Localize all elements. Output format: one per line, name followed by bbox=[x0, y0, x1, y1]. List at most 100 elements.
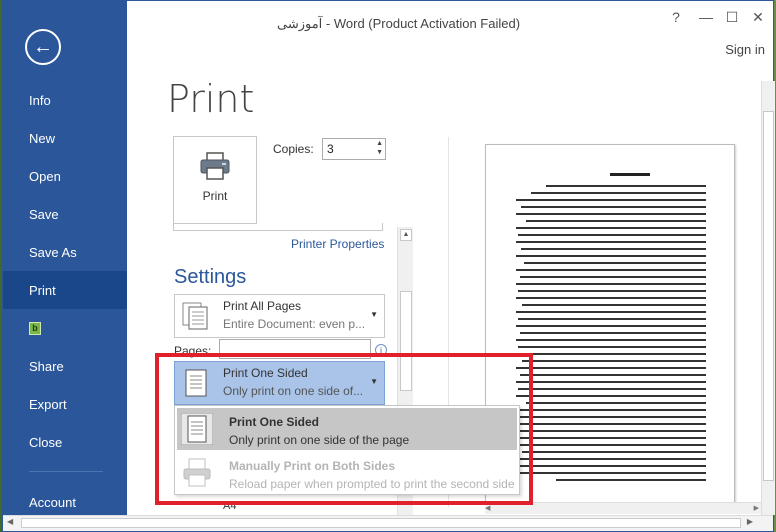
printer-icon bbox=[200, 152, 230, 180]
bottom-scrollbar[interactable]: ◀ ▶ bbox=[3, 515, 773, 531]
option-manual-duplex: Manually Print on Both Sides Reload pape… bbox=[177, 452, 517, 494]
back-button[interactable]: ← bbox=[25, 29, 61, 65]
preview-scrollbar[interactable] bbox=[761, 81, 775, 515]
nav-info[interactable]: Info bbox=[3, 81, 127, 119]
preview-text-line bbox=[520, 465, 706, 467]
preview-text-line bbox=[521, 206, 706, 208]
maximize-button[interactable]: ☐ bbox=[721, 9, 743, 26]
one-sided-page-icon bbox=[185, 369, 207, 397]
preview-text-line bbox=[522, 451, 706, 453]
nav-save[interactable]: Save bbox=[3, 195, 127, 233]
scroll-left-icon[interactable]: ◀ bbox=[7, 517, 13, 526]
preview-text-line bbox=[516, 311, 706, 313]
nav-print[interactable]: Print bbox=[3, 271, 127, 309]
nav-green-addin[interactable]: b bbox=[3, 309, 127, 347]
preview-text-line bbox=[518, 290, 706, 292]
info-icon[interactable]: i bbox=[375, 344, 387, 356]
option-subtitle: Reload paper when prompted to print the … bbox=[229, 477, 515, 491]
preview-scroll-thumb[interactable] bbox=[763, 111, 774, 481]
preview-text-line bbox=[522, 360, 706, 362]
sides-dropdown-menu: Print One Sided Only print on one side o… bbox=[174, 405, 520, 495]
nav-separator bbox=[29, 471, 103, 472]
nav-share[interactable]: Share bbox=[3, 347, 127, 385]
option-title: Manually Print on Both Sides bbox=[229, 459, 396, 473]
back-arrow-icon: ← bbox=[33, 36, 53, 58]
preview-text-line bbox=[516, 458, 706, 460]
print-pages-title: Print All Pages bbox=[223, 299, 302, 313]
preview-text-line bbox=[520, 332, 706, 334]
option-subtitle: Only print on one side of the page bbox=[229, 433, 410, 447]
preview-text-line bbox=[518, 234, 706, 236]
preview-text-line bbox=[516, 339, 706, 341]
preview-text-line bbox=[526, 220, 706, 222]
nav-export[interactable]: Export bbox=[3, 385, 127, 423]
green-document-icon: b bbox=[29, 321, 41, 335]
preview-text-line bbox=[518, 318, 706, 320]
preview-text-line bbox=[521, 248, 706, 250]
scroll-up-icon[interactable]: ▲ bbox=[400, 229, 412, 241]
pages-input[interactable] bbox=[219, 339, 371, 359]
sides-dropdown[interactable]: Print One Sided Only print on one side o… bbox=[174, 361, 385, 405]
chevron-down-icon: ▼ bbox=[370, 377, 378, 386]
nav-open[interactable]: Open bbox=[3, 157, 127, 195]
preview-text-line bbox=[516, 283, 706, 285]
sign-in-link[interactable]: Sign in bbox=[725, 42, 765, 57]
minimize-button[interactable]: — bbox=[695, 9, 717, 25]
preview-text-line bbox=[516, 325, 706, 327]
preview-text-line bbox=[516, 227, 706, 229]
preview-text-line bbox=[520, 374, 706, 376]
nav-new[interactable]: New bbox=[3, 119, 127, 157]
preview-text-line bbox=[520, 409, 706, 411]
print-preview-page bbox=[485, 144, 735, 509]
title-bar: آموزشی - Word (Product Activation Failed… bbox=[127, 1, 773, 57]
scroll-thumb[interactable] bbox=[400, 291, 412, 391]
preview-text-line bbox=[516, 213, 706, 215]
pages-stack-icon bbox=[182, 302, 208, 330]
preview-text-line bbox=[516, 297, 706, 299]
nav-save-as[interactable]: Save As bbox=[3, 233, 127, 271]
preview-text-line bbox=[516, 241, 706, 243]
sides-title: Print One Sided bbox=[223, 366, 308, 380]
bottom-scroll-thumb[interactable] bbox=[21, 518, 741, 528]
spin-up-icon[interactable]: ▲ bbox=[376, 140, 383, 147]
chevron-down-icon: ▼ bbox=[370, 310, 378, 319]
copies-spinner[interactable]: 3 ▲ ▼ bbox=[322, 138, 386, 160]
print-pages-subtitle: Entire Document: even p... bbox=[223, 317, 366, 331]
preview-text-line bbox=[516, 255, 706, 257]
help-icon[interactable]: ? bbox=[665, 9, 687, 25]
scroll-left-icon[interactable]: ◀ bbox=[485, 504, 490, 512]
preview-text-line bbox=[524, 262, 706, 264]
print-button[interactable]: Print bbox=[173, 136, 257, 224]
option-title: Print One Sided bbox=[229, 415, 320, 429]
preview-text-line bbox=[520, 423, 706, 425]
preview-text-line bbox=[526, 402, 706, 404]
preview-text-line bbox=[556, 479, 706, 481]
print-button-label: Print bbox=[202, 189, 228, 203]
preview-text-line bbox=[516, 395, 706, 397]
preview-text-line bbox=[516, 199, 706, 201]
print-pages-dropdown[interactable]: Print All Pages Entire Document: even p.… bbox=[174, 294, 385, 338]
preview-text-line bbox=[516, 430, 706, 432]
close-button[interactable]: ✕ bbox=[747, 9, 769, 26]
option-print-one-sided[interactable]: Print One Sided Only print on one side o… bbox=[177, 408, 517, 450]
preview-text-line bbox=[520, 276, 706, 278]
word-window: ← Info New Open Save Save As Print b Sha… bbox=[2, 0, 775, 532]
window-title: آموزشی - Word (Product Activation Failed… bbox=[277, 16, 521, 31]
preview-horizontal-scrollbar[interactable]: ◀ ▶ bbox=[485, 502, 761, 514]
printer-selector-bottom[interactable] bbox=[173, 223, 383, 231]
settings-heading: Settings bbox=[174, 266, 247, 288]
pages-label: Pages: bbox=[174, 344, 212, 358]
nav-close[interactable]: Close bbox=[3, 423, 127, 461]
preview-text-line bbox=[516, 269, 706, 271]
scroll-right-icon[interactable]: ▶ bbox=[747, 517, 753, 526]
preview-text-line bbox=[516, 416, 706, 418]
backstage-sidebar: ← Info New Open Save Save As Print b Sha… bbox=[3, 1, 127, 515]
printer-properties-link[interactable]: Printer Properties bbox=[291, 237, 384, 251]
preview-text-line bbox=[516, 353, 706, 355]
preview-text-line bbox=[516, 381, 706, 383]
copies-value: 3 bbox=[327, 142, 334, 156]
scroll-right-icon[interactable]: ▶ bbox=[754, 504, 759, 512]
spin-down-icon[interactable]: ▼ bbox=[376, 149, 383, 156]
preview-text-line bbox=[531, 192, 706, 194]
preview-text-line bbox=[546, 185, 706, 187]
